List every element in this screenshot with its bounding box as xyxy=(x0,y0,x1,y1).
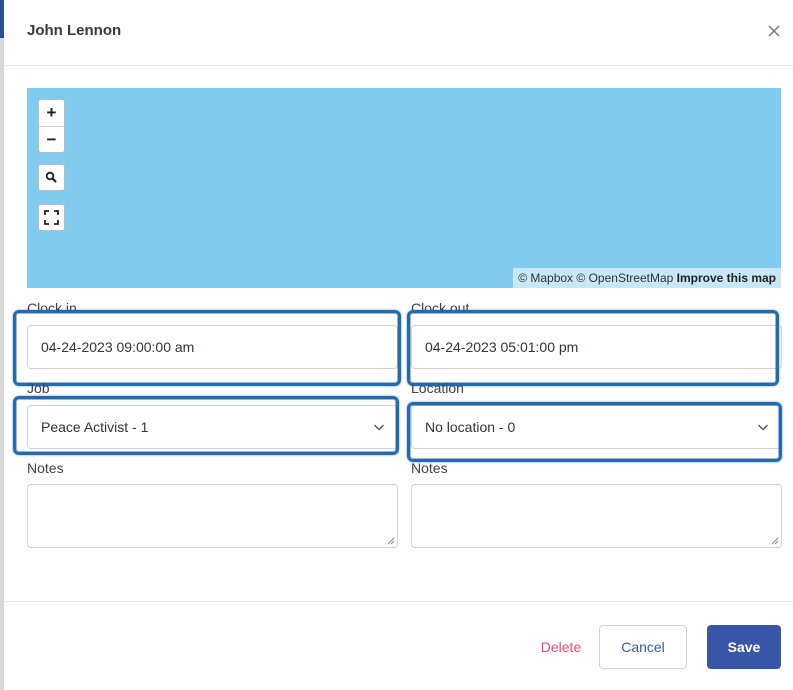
clock-out-label: Clock out xyxy=(411,300,470,316)
location-value: No location - 0 xyxy=(425,419,516,435)
job-value: Peace Activist - 1 xyxy=(41,419,149,435)
chevron-down-icon xyxy=(758,424,768,431)
fullscreen-icon xyxy=(44,210,59,225)
attribution-mapbox[interactable]: © Mapbox xyxy=(518,271,573,285)
cancel-button[interactable]: Cancel xyxy=(599,625,687,669)
attribution-improve-link[interactable]: Improve this map xyxy=(677,271,776,285)
minus-icon: − xyxy=(46,130,57,149)
zoom-out-button[interactable]: − xyxy=(39,127,64,153)
map-search-button[interactable] xyxy=(38,164,65,191)
map-fullscreen-button[interactable] xyxy=(38,204,65,231)
modal-title: John Lennon xyxy=(27,22,122,39)
clock-in-value: 04-24-2023 09:00:00 am xyxy=(41,339,195,355)
resize-grip-icon[interactable] xyxy=(771,537,779,545)
edit-timesheet-modal: John Lennon + − © Mapbox © OpenStreetMap… xyxy=(4,0,793,690)
chevron-down-icon xyxy=(374,424,384,431)
zoom-in-button[interactable]: + xyxy=(39,100,64,126)
notes-right-textarea[interactable] xyxy=(411,484,782,548)
attribution-osm[interactable]: © OpenStreetMap xyxy=(576,271,673,285)
clock-in-input[interactable]: 04-24-2023 09:00:00 am xyxy=(27,325,398,369)
delete-button[interactable]: Delete xyxy=(526,625,596,669)
notes-left-textarea[interactable] xyxy=(27,484,398,548)
job-select[interactable]: Peace Activist - 1 xyxy=(27,405,398,449)
close-button[interactable] xyxy=(765,22,783,40)
job-label: Job xyxy=(27,380,50,396)
location-select[interactable]: No location - 0 xyxy=(411,405,782,449)
close-icon xyxy=(768,25,780,37)
clock-out-value: 04-24-2023 05:01:00 pm xyxy=(425,339,579,355)
location-label: Location xyxy=(411,380,464,396)
map-attribution: © Mapbox © OpenStreetMap Improve this ma… xyxy=(513,268,781,288)
resize-grip-icon[interactable] xyxy=(387,537,395,545)
save-button[interactable]: Save xyxy=(707,625,781,669)
clock-out-input[interactable]: 04-24-2023 05:01:00 pm xyxy=(411,325,782,369)
modal-header: John Lennon xyxy=(4,0,793,66)
clock-in-label: Clock in xyxy=(27,300,77,316)
notes-left-label: Notes xyxy=(27,460,64,476)
map-view[interactable]: + − © Mapbox © OpenStreetMap Improve thi… xyxy=(27,88,781,288)
map-zoom-control: + − xyxy=(38,99,65,153)
notes-right-label: Notes xyxy=(411,460,448,476)
modal-footer: Delete Cancel Save xyxy=(4,601,793,690)
search-icon xyxy=(45,171,57,183)
plus-icon: + xyxy=(46,103,57,122)
